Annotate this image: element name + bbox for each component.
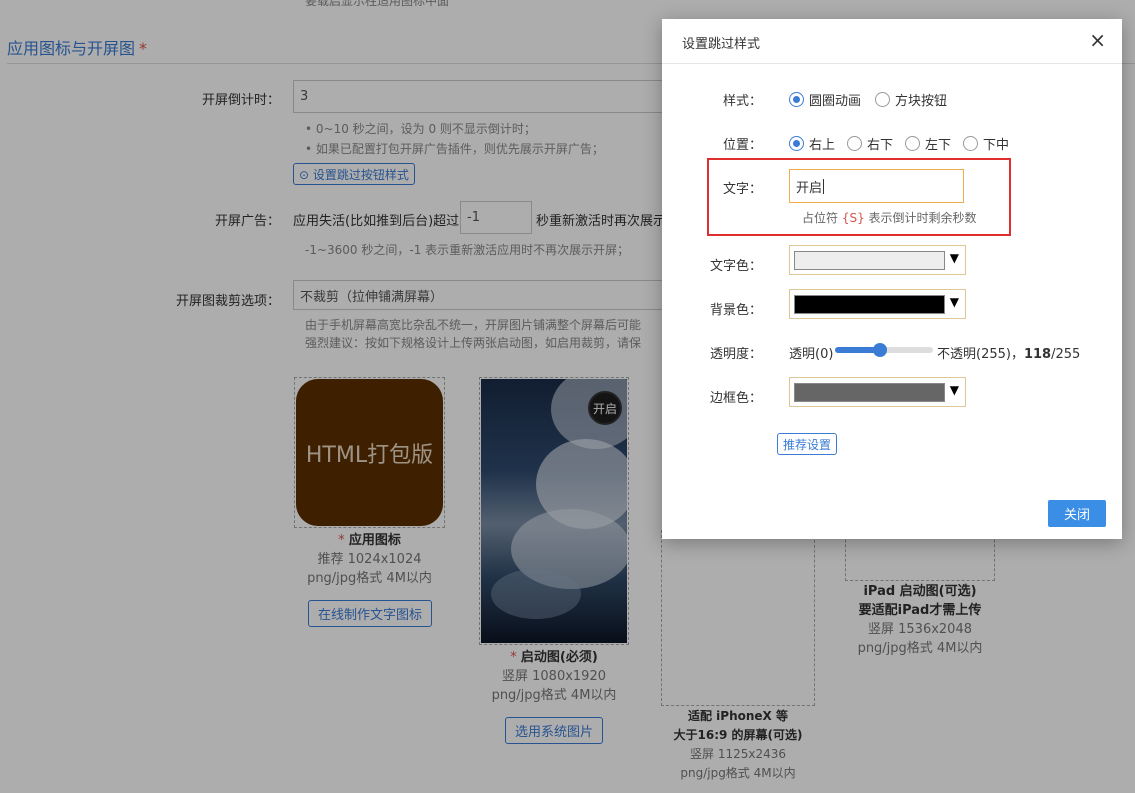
style-option-circle-label: 圆圈动画 — [809, 94, 862, 109]
text-caret — [823, 178, 825, 194]
position-option-bottom-left[interactable]: 左下 — [905, 134, 951, 153]
radio-selected-icon — [789, 92, 804, 107]
dropdown-arrow-icon: ▼ — [949, 383, 959, 397]
bg-color-swatch — [794, 295, 945, 314]
radio-icon — [875, 92, 890, 107]
text-hint-prefix: 占位符 — [802, 211, 842, 225]
position-option-top-right[interactable]: 右上 — [789, 134, 835, 153]
text-color-label: 文字色： — [709, 259, 762, 274]
dialog-title: 设置跳过样式 — [682, 37, 761, 52]
skip-text-value: 开启 — [796, 180, 823, 196]
text-label: 文字： — [722, 182, 762, 197]
dialog-divider — [662, 63, 1122, 64]
skip-text-input[interactable]: 开启 — [789, 169, 964, 203]
dropdown-arrow-icon: ▼ — [949, 295, 959, 309]
opacity-min-text: 透明(0) — [789, 347, 834, 362]
text-hint-token: {S} — [841, 211, 865, 225]
style-label: 样式： — [722, 94, 762, 109]
border-color-swatch — [794, 383, 945, 402]
style-option-square-label: 方块按钮 — [895, 94, 948, 109]
bg-color-label: 背景色： — [709, 303, 762, 318]
radio-icon — [905, 136, 920, 151]
position-option-label: 右下 — [867, 138, 894, 153]
position-option-bottom-center[interactable]: 下中 — [963, 134, 1009, 153]
recommend-settings-button[interactable]: 推荐设置 — [777, 433, 838, 455]
opacity-max-text: 不透明(255)， — [937, 347, 1024, 362]
radio-icon — [963, 136, 978, 151]
bg-color-picker[interactable]: ▼ — [789, 289, 966, 319]
position-option-label: 右上 — [809, 138, 836, 153]
dialog-close-button[interactable]: 关闭 — [1048, 500, 1106, 527]
text-hint-suffix: 表示倒计时剩余秒数 — [864, 211, 977, 225]
opacity-max: /255 — [1051, 347, 1081, 362]
opacity-value: 118 — [1023, 347, 1052, 362]
close-icon[interactable]: × — [1089, 29, 1106, 51]
opacity-label: 透明度： — [709, 347, 762, 362]
style-option-square[interactable]: 方块按钮 — [875, 90, 947, 109]
position-option-label: 左下 — [925, 138, 952, 153]
text-color-swatch — [794, 251, 945, 270]
text-hint: 占位符 {S} 表示倒计时剩余秒数 — [802, 209, 977, 226]
position-option-bottom-right[interactable]: 右下 — [847, 134, 893, 153]
dropdown-arrow-icon: ▼ — [949, 251, 959, 265]
border-color-label: 边框色： — [709, 391, 762, 406]
opacity-slider-handle[interactable] — [873, 343, 887, 357]
opacity-readout: 不透明(255)，118/255 — [937, 343, 1080, 362]
border-color-picker[interactable]: ▼ — [789, 377, 966, 407]
radio-icon — [847, 136, 862, 151]
radio-selected-icon — [789, 136, 804, 151]
text-color-picker[interactable]: ▼ — [789, 245, 966, 275]
style-option-circle[interactable]: 圆圈动画 — [789, 90, 861, 109]
position-label: 位置： — [722, 138, 762, 153]
position-option-label: 下中 — [983, 138, 1010, 153]
